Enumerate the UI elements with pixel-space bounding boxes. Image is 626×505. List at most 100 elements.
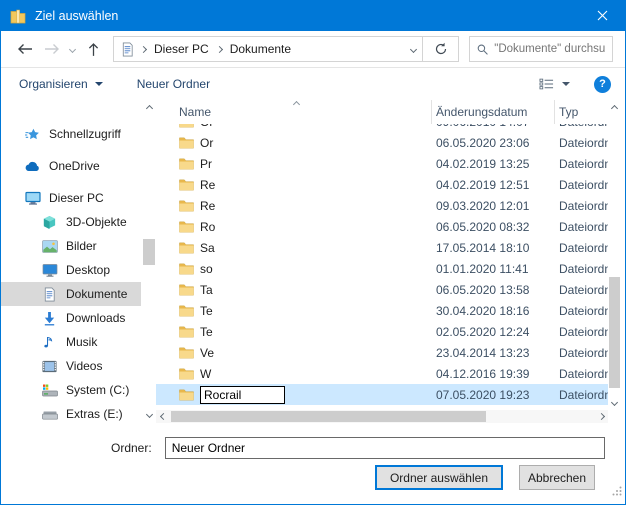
onedrive-cloud-icon (25, 158, 42, 174)
pictures-icon (42, 238, 59, 254)
sidebar-item-videos[interactable]: Videos (1, 354, 141, 378)
organize-menu-button[interactable]: Organisieren (19, 77, 103, 91)
scroll-up-icon[interactable] (608, 102, 621, 115)
scroll-right-icon[interactable] (594, 410, 608, 423)
file-row[interactable]: W 04.12.2016 19:39 Dateiordner (156, 363, 608, 384)
sidebar-item-dieser-pc[interactable]: Dieser PC (1, 186, 141, 210)
navigation-pane: Schnellzugriff OneDrive Dieser PC 3D-Obj… (1, 100, 156, 424)
file-row[interactable]: Or 06.05.2020 23:06 Dateiordner (156, 132, 608, 153)
folder-icon (179, 124, 194, 128)
desktop-icon (42, 262, 59, 278)
dialog-folder-icon (10, 9, 26, 24)
folder-icon (179, 283, 194, 296)
scroll-left-icon[interactable] (156, 410, 170, 423)
file-row[interactable]: Ro 06.05.2020 08:32 Dateiordner (156, 216, 608, 237)
scroll-up-icon[interactable] (142, 102, 156, 115)
system-drive-icon (42, 382, 59, 398)
window-title: Ziel auswählen (35, 9, 118, 23)
scrollbar-thumb[interactable] (609, 277, 620, 388)
folder-icon (179, 136, 194, 149)
resize-grip-icon[interactable] (612, 483, 622, 501)
close-button[interactable] (579, 1, 625, 30)
select-destination-dialog: Ziel auswählen Dieser PC Dokumente (0, 0, 626, 505)
folder-icon (179, 157, 194, 170)
search-input[interactable] (494, 43, 605, 55)
file-row[interactable]: Te 02.05.2020 12:24 Dateiordner (156, 321, 608, 342)
breadcrumb-documents[interactable]: Dokumente (223, 42, 298, 56)
file-row[interactable]: Te 30.04.2020 18:16 Dateiordner (156, 300, 608, 321)
file-row[interactable]: Re 09.03.2020 12:01 Dateiordner (156, 195, 608, 216)
file-row-editing[interactable]: 07.05.2020 19:23 Dateiordner (156, 384, 608, 405)
list-view-icon (539, 78, 554, 90)
this-pc-monitor-icon (25, 190, 42, 206)
horizontal-scrollbar[interactable] (156, 410, 608, 423)
scroll-down-icon[interactable] (142, 408, 156, 421)
column-header-date[interactable]: Änderungsdatum (431, 100, 554, 124)
sidebar-item-3d-objekte[interactable]: 3D-Objekte (1, 210, 141, 234)
sidebar-item-dokumente[interactable]: Dokumente (1, 282, 141, 306)
vertical-scrollbar[interactable] (608, 102, 621, 409)
sidebar-item-musik[interactable]: Musik (1, 330, 141, 354)
sidebar-item-onedrive[interactable]: OneDrive (1, 154, 141, 178)
folder-name-input[interactable] (165, 437, 605, 459)
titlebar: Ziel auswählen (1, 1, 625, 31)
file-row[interactable]: Ve 23.04.2014 13:23 Dateiordner (156, 342, 608, 363)
sidebar-item-desktop[interactable]: Desktop (1, 258, 141, 282)
sidebar-item-bilder[interactable]: Bilder (1, 234, 141, 258)
folder-icon (179, 178, 194, 191)
sort-ascending-icon (294, 96, 299, 110)
folder-icon (179, 304, 194, 317)
scrollbar-thumb[interactable] (171, 411, 486, 422)
scroll-down-icon[interactable] (608, 396, 621, 409)
folder-icon (179, 241, 194, 254)
sidebar-items: Schnellzugriff OneDrive Dieser PC 3D-Obj… (1, 122, 156, 426)
sidebar-scrollbar[interactable] (142, 102, 156, 421)
folder-icon (179, 262, 194, 275)
file-row[interactable]: Ta 06.05.2020 13:58 Dateiordner (156, 279, 608, 300)
address-breadcrumb[interactable]: Dieser PC Dokumente (113, 36, 423, 62)
back-button[interactable] (11, 36, 38, 62)
search-icon (477, 43, 488, 56)
file-row[interactable]: Pr 04.02.2019 13:25 Dateiordner (156, 153, 608, 174)
folder-icon (179, 388, 194, 401)
sidebar-item-extras-e-[interactable]: Extras (E:) (1, 402, 141, 426)
scrollbar-thumb[interactable] (143, 239, 155, 265)
navigation-bar: Dieser PC Dokumente (1, 31, 625, 67)
search-box[interactable] (469, 36, 613, 62)
forward-button[interactable] (38, 36, 65, 62)
videos-film-icon (42, 358, 59, 374)
folder-name-label: Ordner: (111, 441, 152, 455)
change-view-button[interactable] (539, 78, 570, 90)
up-button[interactable] (80, 36, 107, 62)
column-header-name[interactable]: Name (156, 105, 431, 119)
rename-folder-input[interactable] (200, 386, 285, 404)
file-rows: Or 09.06.2010 14:07 Dateiordner Or 06.05… (156, 124, 608, 410)
dialog-content: Schnellzugriff OneDrive Dieser PC 3D-Obj… (1, 100, 625, 424)
file-row[interactable]: Sa 17.05.2014 18:10 Dateiordner (156, 237, 608, 258)
downloads-arrow-icon (42, 310, 59, 326)
cube-3d-icon (42, 214, 59, 230)
music-note-icon (42, 334, 59, 350)
refresh-button[interactable] (423, 36, 459, 62)
address-dropdown-chevron-icon[interactable] (410, 45, 417, 52)
sidebar-item-schnellzugriff[interactable]: Schnellzugriff (1, 122, 141, 146)
column-header-type[interactable]: Typ (554, 100, 608, 124)
help-icon[interactable]: ? (594, 76, 611, 93)
documents-icon (42, 286, 59, 302)
command-toolbar: Organisieren Neuer Ordner ? (1, 67, 625, 100)
sidebar-item-downloads[interactable]: Downloads (1, 306, 141, 330)
folder-icon (179, 325, 194, 338)
dialog-footer: Ordner: Ordner auswählen Abbrechen (1, 424, 625, 504)
cancel-button[interactable]: Abbrechen (519, 465, 595, 490)
drive-icon (42, 406, 59, 422)
history-dropdown-chevron-icon[interactable] (65, 36, 80, 62)
sidebar-item-system-c-[interactable]: System (C:) (1, 378, 141, 402)
breadcrumb-this-pc[interactable]: Dieser PC (147, 42, 216, 56)
select-folder-button[interactable]: Ordner auswählen (375, 465, 503, 490)
file-row[interactable]: Or 09.06.2010 14:07 Dateiordner (156, 124, 608, 132)
breadcrumb-separator-icon (140, 45, 147, 52)
file-row[interactable]: so 01.01.2020 11:41 Dateiordner (156, 258, 608, 279)
documents-icon (120, 42, 136, 57)
file-row[interactable]: Re 04.02.2019 12:51 Dateiordner (156, 174, 608, 195)
new-folder-button[interactable]: Neuer Ordner (137, 77, 210, 91)
